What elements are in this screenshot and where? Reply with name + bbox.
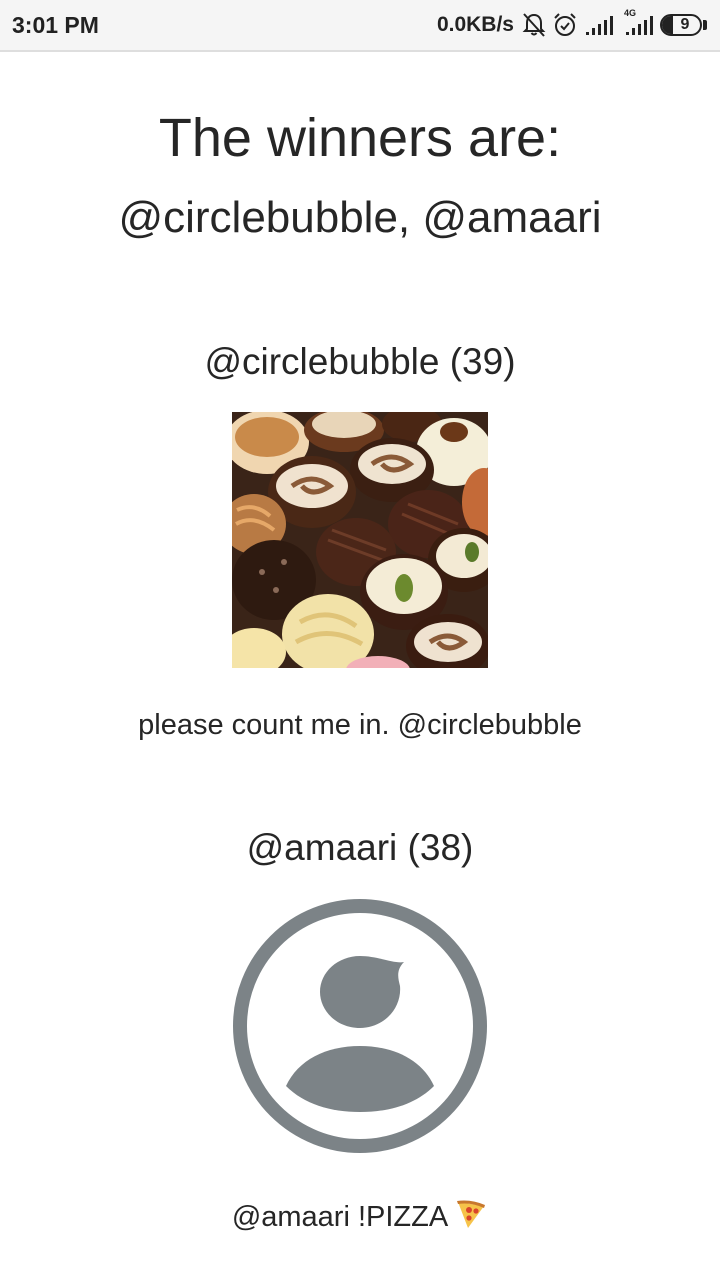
default-avatar-icon [233, 899, 487, 1153]
status-bar: 3:01 PM 0.0KB/s 4G 9 [0, 0, 720, 52]
entry-card-circlebubble: @circlebubble (39) please count me in. @… [0, 340, 720, 742]
winners-list: @circlebubble, @amaari [118, 193, 602, 242]
results-content: The winners are: @circlebubble, @amaari … [0, 54, 720, 1238]
battery-icon: 9 [660, 13, 708, 37]
entry-title: @amaari (38) [246, 827, 474, 868]
bell-off-icon [522, 12, 546, 38]
entry-title: @circlebubble (39) [204, 341, 516, 382]
entry-card-amaari: @amaari (38) @amaari !PIZZA [0, 826, 720, 1238]
status-time: 3:01 PM [12, 11, 99, 38]
alarm-icon [552, 12, 578, 38]
battery-level: 9 [680, 16, 690, 33]
pizza-icon [454, 1196, 488, 1238]
chocolates-photo [232, 412, 488, 668]
winners-title: The winners are: [158, 108, 562, 168]
signal-4g-icon: 4G [620, 8, 654, 36]
signal-icon [584, 14, 614, 36]
network-speed: 0.0KB/s [436, 13, 514, 36]
network-type-label: 4G [624, 8, 637, 18]
entry-text: please count me in. @circlebubble [138, 709, 582, 741]
entry-text-content: @amaari !PIZZA [231, 1201, 449, 1233]
entry-text: @amaari !PIZZA [0, 1196, 720, 1238]
status-icons: 0.0KB/s 4G 9 [436, 8, 708, 38]
